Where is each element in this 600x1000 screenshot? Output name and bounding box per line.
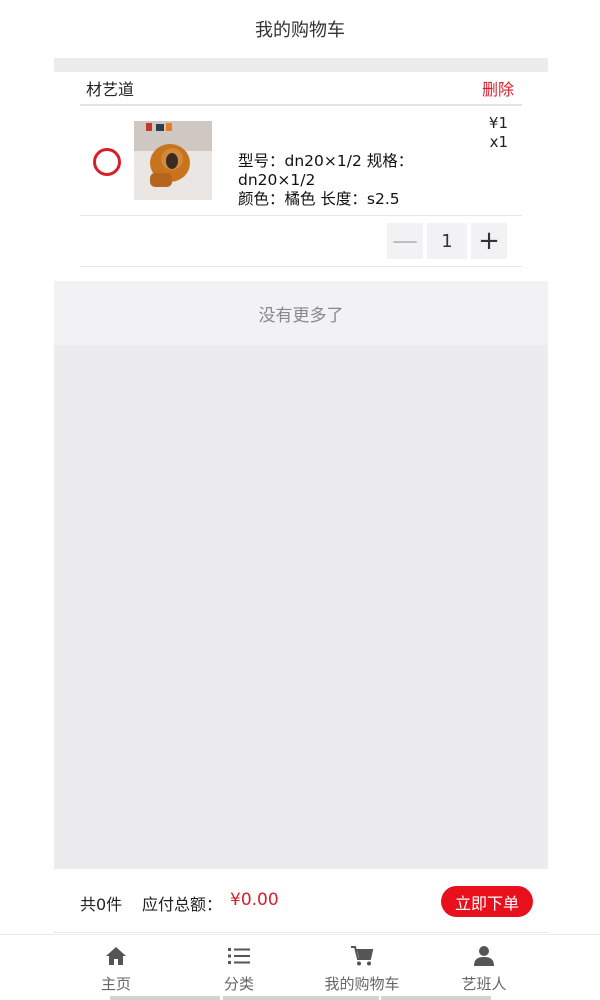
quantity-field[interactable]: 1 bbox=[427, 223, 467, 259]
list-icon bbox=[228, 945, 250, 967]
attr-spec-value: dn20×1/2 bbox=[238, 171, 316, 189]
tab-label: 分类 bbox=[223, 975, 254, 993]
attr-model-spec: 型号：dn20×1/2 规格： bbox=[238, 152, 414, 170]
tab-indicator bbox=[223, 996, 379, 1000]
place-order-button[interactable]: 立即下单 bbox=[441, 886, 533, 917]
tab-label: 艺班人 bbox=[461, 975, 507, 993]
select-item-radio[interactable] bbox=[93, 148, 121, 176]
tab-indicator bbox=[110, 996, 220, 1000]
list-end-message: 没有更多了 bbox=[54, 281, 548, 345]
tab-label: 主页 bbox=[100, 975, 131, 993]
total-label: 应付总额： bbox=[142, 895, 223, 914]
product-attributes: 型号：dn20×1/2 规格： dn20×1/2 颜色：橘色 长度：s2.5 bbox=[238, 152, 468, 209]
total-amount: ¥0.00 bbox=[230, 890, 279, 910]
decrease-button[interactable]: — bbox=[387, 223, 423, 259]
tab-indicator bbox=[381, 996, 491, 1000]
product-thumbnail[interactable] bbox=[134, 121, 212, 200]
cart-item: 型号：dn20×1/2 规格： dn20×1/2 颜色：橘色 长度：s2.5 ¥… bbox=[80, 108, 522, 216]
checkout-bar: 共0件 应付总额： ¥0.00 立即下单 bbox=[54, 869, 548, 933]
divider bbox=[80, 266, 522, 267]
item-quantity-badge: x1 bbox=[489, 133, 508, 151]
increase-button[interactable]: + bbox=[471, 223, 507, 259]
shop-card: 材艺道 删除 型号：dn20×1/2 规格： dn20×1/2 颜色：橘色 长度… bbox=[54, 72, 548, 281]
price-box: ¥1 x1 bbox=[489, 114, 508, 152]
attr-color-length: 颜色：橘色 长度：s2.5 bbox=[238, 190, 400, 208]
tab-bar: 主页 分类 我的购物车 艺班人 bbox=[0, 934, 600, 1000]
home-icon bbox=[105, 945, 127, 967]
shop-header: 材艺道 删除 bbox=[80, 72, 522, 106]
cart-icon bbox=[350, 945, 374, 967]
tab-profile[interactable]: 艺班人 bbox=[410, 935, 558, 1000]
tab-label: 我的购物车 bbox=[324, 975, 400, 993]
item-count: 共0件 bbox=[80, 895, 123, 914]
page-title: 我的购物车 bbox=[255, 20, 345, 41]
shop-name[interactable]: 材艺道 bbox=[80, 76, 134, 100]
person-icon bbox=[473, 945, 495, 967]
delete-button[interactable]: 删除 bbox=[482, 76, 522, 100]
header: 我的购物车 bbox=[0, 0, 600, 58]
quantity-stepper: — 1 + bbox=[387, 223, 507, 259]
item-price: ¥1 bbox=[488, 114, 508, 132]
